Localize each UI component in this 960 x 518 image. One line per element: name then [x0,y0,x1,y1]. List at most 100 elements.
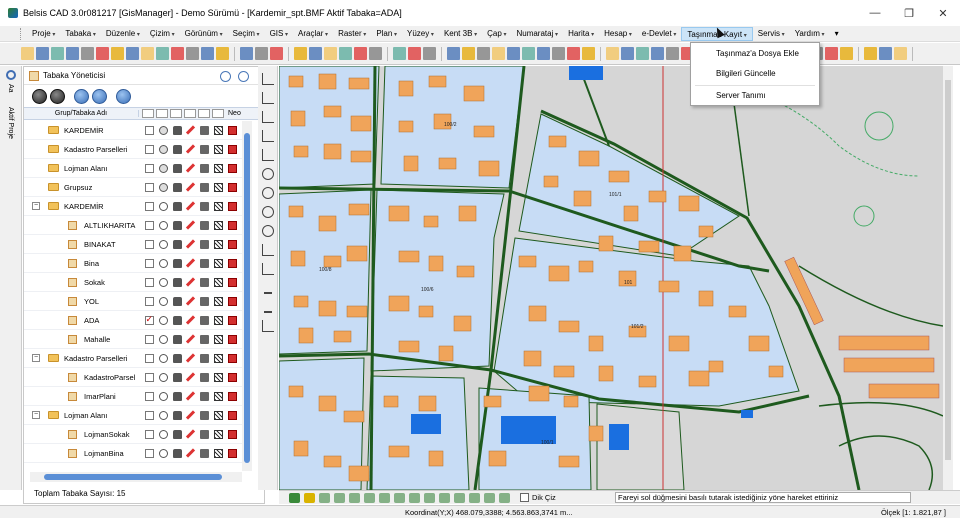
visible-checkbox[interactable] [144,391,154,401]
eye-icon[interactable] [158,277,168,287]
eye-icon[interactable] [158,353,168,363]
layer-row[interactable]: ALTLIKHARITA [24,216,242,235]
layer-hscroll[interactable] [30,472,242,482]
menu-overflow-icon[interactable]: ▾ [830,27,844,41]
edit-icon[interactable] [185,410,196,420]
disk-icon-button[interactable] [240,47,253,60]
eye-icon[interactable] [158,182,168,192]
save-icon-button[interactable] [621,47,634,60]
print-icon[interactable] [199,429,209,439]
fill-icon[interactable] [213,429,223,439]
edit-icon[interactable] [185,258,196,268]
edit-icon[interactable] [185,277,196,287]
aa-tab[interactable]: Aa [7,84,14,93]
menu-yuzey[interactable]: Yüzey [402,27,439,41]
fill-icon[interactable] [213,410,223,420]
lock-icon[interactable] [172,353,182,363]
collapse-icon[interactable]: − [32,354,40,362]
cut-icon-button[interactable] [81,47,94,60]
point-tool-icon[interactable] [261,244,274,256]
save-icon-button[interactable] [507,47,520,60]
color-icon[interactable] [227,391,237,401]
menu-duzenle[interactable]: Düzenle [101,27,145,41]
visible-checkbox[interactable] [144,201,154,211]
fill-icon[interactable] [213,258,223,268]
color-icon[interactable] [227,144,237,154]
print-icon[interactable] [199,144,209,154]
print-icon[interactable] [199,334,209,344]
menu-item-server-tanimi[interactable]: Server Tanımı [716,91,766,100]
arc-snap-icon[interactable] [319,492,330,503]
fill-icon[interactable] [213,353,223,363]
layer-hscroll-thumb[interactable] [44,474,222,480]
visible-checkbox[interactable] [144,353,154,363]
menu-proje[interactable]: Proje [27,27,60,41]
print-icon[interactable] [199,448,209,458]
pen-icon-button[interactable] [840,47,853,60]
delete-icon-button[interactable] [408,47,421,60]
rect-tool-icon[interactable] [261,111,274,123]
print-icon[interactable] [199,125,209,135]
left-strip-search-icon[interactable] [5,70,16,80]
eye-icon[interactable] [158,448,168,458]
edit-icon[interactable] [185,429,196,439]
visible-checkbox[interactable] [144,258,154,268]
remove-layer-button[interactable] [92,88,107,104]
lock-icon[interactable] [172,334,182,344]
collapse-icon[interactable]: − [32,202,40,210]
add-layer-button[interactable] [74,88,89,104]
circle3-tool-icon[interactable] [261,206,274,218]
column-name[interactable]: Grup/Tabaka Adı [24,110,139,117]
grid-snap-icon[interactable] [469,492,480,503]
color-icon[interactable] [227,315,237,325]
print-icon[interactable] [199,182,209,192]
edit-icon[interactable] [185,391,196,401]
polyline-tool-icon[interactable] [261,92,274,104]
layer-row[interactable]: YOL [24,292,242,311]
menu-item-bilgileri-guncelle[interactable]: Bilgileri Güncelle [716,69,776,78]
lock-icon[interactable] [172,315,182,325]
menu-secim[interactable]: Seçim [228,27,265,41]
text2-tool-icon[interactable] [263,301,272,313]
menu-numarataj[interactable]: Numarataj [511,27,563,41]
layer-group-row[interactable]: − KARDEMİR [24,197,242,216]
lock-icon[interactable] [172,239,182,249]
point-snap-icon[interactable] [334,492,345,503]
label-tool-icon[interactable] [261,320,274,332]
curve-snap-icon[interactable] [424,492,435,503]
panel-close-icon[interactable] [238,71,249,82]
layer-row[interactable]: KadastroParsel [24,368,242,387]
fill-icon[interactable] [213,448,223,458]
edit-icon[interactable] [185,144,196,154]
visible-checkbox[interactable] [144,429,154,439]
select-icon-button[interactable] [201,47,214,60]
print-icon[interactable] [199,410,209,420]
edit-icon[interactable] [185,296,196,306]
print-icon-button[interactable] [51,47,64,60]
lock-icon[interactable] [172,125,182,135]
lock-icon[interactable] [172,144,182,154]
target-icon-button[interactable] [879,47,892,60]
close-icon-button[interactable] [96,47,109,60]
visible-checkbox[interactable] [144,277,154,287]
lock-icon[interactable] [172,372,182,382]
color-icon[interactable] [227,182,237,192]
lock-icon[interactable] [172,448,182,458]
eye-icon[interactable] [158,391,168,401]
pen-icon-button[interactable] [864,47,877,60]
panel-pin-icon[interactable] [220,71,231,82]
save-icon-button[interactable] [36,47,49,60]
map-canvas[interactable]: 100/2 101/1 100/6 101 101/2 100/8 100/1 [279,66,943,490]
color-icon[interactable] [227,353,237,363]
fill-icon[interactable] [213,144,223,154]
fill-icon[interactable] [213,125,223,135]
column-neo[interactable]: Neo [228,110,241,117]
edit-icon[interactable] [185,334,196,344]
layer-list-button[interactable] [32,88,47,104]
menu-item-dosya-ekle[interactable]: Taşınmaz'a Dosya Ekle [716,49,799,58]
center-snap-icon[interactable] [409,492,420,503]
eye-icon[interactable] [158,334,168,344]
fill-icon[interactable] [213,391,223,401]
visible-checkbox[interactable] [144,448,154,458]
pen-icon-button[interactable] [582,47,595,60]
